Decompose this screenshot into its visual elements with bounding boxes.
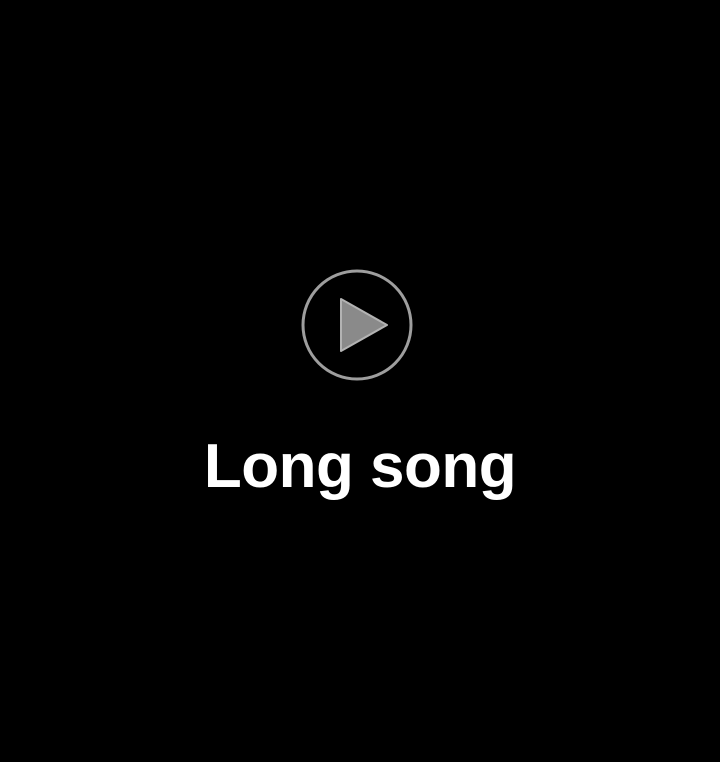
song-title: Long song xyxy=(203,432,517,501)
media-player-screen: Long song xyxy=(0,0,720,762)
play-circle-icon xyxy=(301,269,413,381)
play-button[interactable] xyxy=(301,269,413,381)
